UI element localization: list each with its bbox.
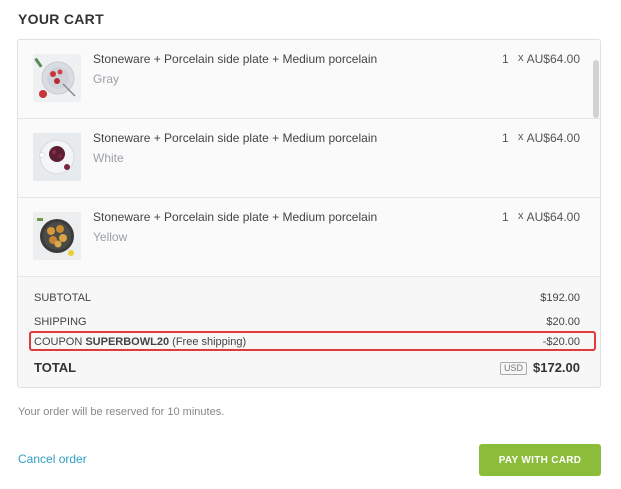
coupon-label: COUPON SUPERBOWL20 (Free shipping) <box>34 336 246 348</box>
items-scrollbar[interactable] <box>593 60 599 118</box>
item-quantity: 1 <box>502 52 509 66</box>
coupon-note: (Free shipping) <box>172 336 247 348</box>
item-name: Stoneware + Porcelain side plate + Mediu… <box>93 210 378 224</box>
cancel-order-link[interactable]: Cancel order <box>18 452 87 466</box>
cart-items-list: Stoneware + Porcelain side plate + Mediu… <box>18 40 600 277</box>
item-name: Stoneware + Porcelain side plate + Mediu… <box>93 52 378 66</box>
subtotal-row: SUBTOTAL $192.00 <box>18 292 600 312</box>
item-name: Stoneware + Porcelain side plate + Mediu… <box>93 131 378 145</box>
coupon-row: COUPON SUPERBOWL20 (Free shipping) -$20.… <box>18 336 600 356</box>
pay-with-card-button[interactable]: PAY WITH CARD <box>479 444 601 476</box>
reservation-note: Your order will be reserved for 10 minut… <box>18 406 225 418</box>
cart-item: Stoneware + Porcelain side plate + Mediu… <box>18 198 600 277</box>
subtotal-value: $192.00 <box>540 292 580 304</box>
item-price: AU$64.00 <box>526 210 580 224</box>
cart-panel: Stoneware + Porcelain side plate + Mediu… <box>17 39 601 388</box>
shipping-label: SHIPPING <box>34 316 87 328</box>
item-quantity: 1 <box>502 210 509 224</box>
shipping-value: $20.00 <box>546 316 580 328</box>
item-variant: Gray <box>93 72 120 86</box>
plate-with-strawberries-image <box>33 54 81 102</box>
coupon-value: -$20.00 <box>542 336 580 348</box>
cart-item: Stoneware + Porcelain side plate + Mediu… <box>18 119 600 198</box>
item-multiply-sign: x <box>518 52 524 64</box>
item-quantity: 1 <box>502 131 509 145</box>
cart-title: YOUR CART <box>18 11 104 27</box>
cart-item: Stoneware + Porcelain side plate + Mediu… <box>18 40 600 119</box>
total-value: $172.00 <box>533 360 580 375</box>
coupon-code: SUPERBOWL20 <box>85 336 170 348</box>
plate-with-dumplings-image <box>33 212 81 260</box>
total-row: TOTAL USD $172.00 <box>18 360 600 380</box>
item-variant: White <box>93 151 124 165</box>
item-price: AU$64.00 <box>526 131 580 145</box>
total-label: TOTAL <box>34 360 77 375</box>
item-variant: Yellow <box>93 230 128 244</box>
total-amount: USD $172.00 <box>499 360 580 375</box>
coupon-prefix: COUPON <box>34 336 83 348</box>
currency-badge: USD <box>499 362 527 375</box>
plate-with-berries-image <box>33 133 81 181</box>
subtotal-label: SUBTOTAL <box>34 292 92 304</box>
item-multiply-sign: x <box>518 131 524 143</box>
item-multiply-sign: x <box>518 210 524 222</box>
item-price: AU$64.00 <box>526 52 580 66</box>
